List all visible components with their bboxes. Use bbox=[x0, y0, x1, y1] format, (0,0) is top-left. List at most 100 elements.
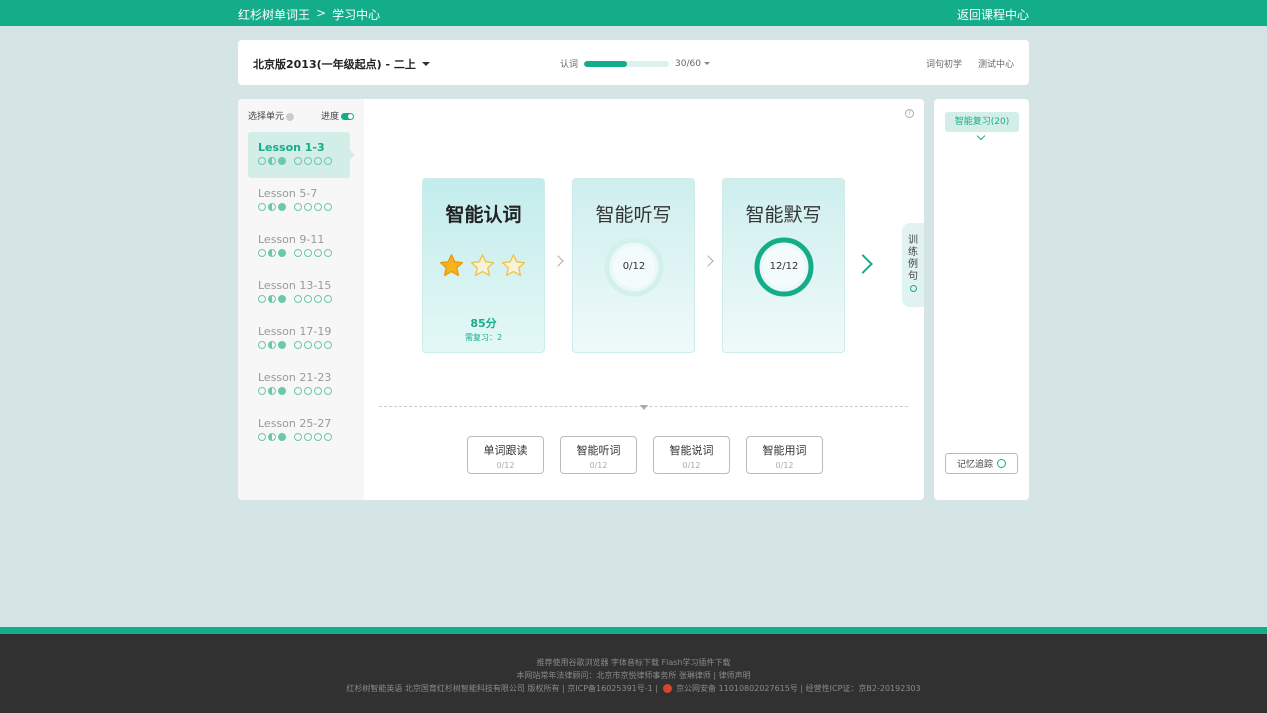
progress-dot bbox=[304, 341, 312, 349]
lesson-item[interactable]: Lesson 13-15 bbox=[248, 270, 350, 316]
progress-dot bbox=[268, 157, 276, 165]
progress-dot bbox=[278, 433, 286, 441]
lesson-item[interactable]: Lesson 17-19 bbox=[248, 316, 350, 362]
card-smart-spelling[interactable]: 智能默写 12/12 bbox=[722, 178, 845, 353]
star-empty-icon bbox=[501, 254, 526, 277]
sidebar-header: 选择单元 进度 bbox=[248, 109, 354, 122]
practice-count: 0/12 bbox=[775, 461, 794, 470]
lesson-item[interactable]: Lesson 9-11 bbox=[248, 224, 350, 270]
progress-dot bbox=[314, 341, 322, 349]
chevron-down-icon bbox=[703, 61, 710, 65]
lesson-item[interactable]: Lesson 21-23 bbox=[248, 362, 350, 408]
lesson-progress-dots bbox=[258, 203, 350, 211]
footer: 推荐使用谷歌浏览器 字体音标下载 Flash学习插件下载 本网站常年法律顾问：北… bbox=[0, 634, 1267, 713]
ring-progress-text: 12/12 bbox=[769, 261, 799, 272]
progress-dot bbox=[258, 157, 266, 165]
progress-dot bbox=[268, 433, 276, 441]
progress-dot bbox=[294, 249, 302, 257]
star-filled-icon bbox=[439, 254, 464, 277]
course-header: 北京版2013(一年级起点) - 二上 认词 30/60 词句初学 测试中心 bbox=[238, 40, 1029, 85]
progress-dot bbox=[314, 203, 322, 211]
progress-dot bbox=[294, 341, 302, 349]
link-test-center[interactable]: 测试中心 bbox=[978, 57, 1014, 70]
progress-dot bbox=[278, 203, 286, 211]
card-smart-dictation[interactable]: 智能听写 0/12 bbox=[572, 178, 695, 353]
progress-dot bbox=[314, 157, 322, 165]
next-arrow-icon[interactable] bbox=[853, 254, 873, 274]
review-panel: 智能复习(20) 记忆追踪 bbox=[934, 99, 1029, 500]
ring-progress-text: 0/12 bbox=[622, 261, 646, 272]
progress-dot bbox=[324, 341, 332, 349]
progress-toggle[interactable]: 进度 bbox=[321, 109, 354, 122]
card-title: 智能听写 bbox=[595, 204, 672, 226]
arrow-right-icon bbox=[702, 255, 714, 267]
progress-dot bbox=[278, 295, 286, 303]
progress-dot bbox=[324, 157, 332, 165]
lesson-item[interactable]: Lesson 25-27 bbox=[248, 408, 350, 454]
practice-count: 0/12 bbox=[682, 461, 701, 470]
help-icon[interactable]: ? bbox=[905, 109, 914, 118]
lesson-name: Lesson 25-27 bbox=[258, 417, 332, 430]
lesson-progress-dots bbox=[258, 341, 350, 349]
footer-legal: 本网站常年法律顾问：北京市京悦律师事务所 张琳律师 | 律师声明 bbox=[516, 671, 751, 680]
progress-dot bbox=[268, 341, 276, 349]
link-word-learning[interactable]: 词句初学 bbox=[926, 57, 962, 70]
footer-license-text: 京公网安备 11010802027615号 | 经营性ICP证：京B2-2019… bbox=[676, 684, 921, 693]
practice-label: 智能用词 bbox=[762, 444, 807, 457]
practice-button-speak[interactable]: 智能说词 0/12 bbox=[653, 436, 730, 474]
progress-dot bbox=[294, 433, 302, 441]
footer-links[interactable]: 推荐使用谷歌浏览器 字体音标下载 Flash学习插件下载 bbox=[0, 657, 1267, 668]
lesson-name: Lesson 13-15 bbox=[258, 279, 332, 292]
police-badge-icon bbox=[662, 684, 672, 693]
progress-dot bbox=[324, 203, 332, 211]
progress-dot bbox=[278, 341, 286, 349]
progress-dot bbox=[278, 157, 286, 165]
progress-dot bbox=[304, 203, 312, 211]
book-selector[interactable]: 北京版2013(一年级起点) - 二上 bbox=[253, 56, 430, 72]
lesson-list: Lesson 1-3 Lesson 5-7 Lesson 9-11 Lesson 13… bbox=[248, 132, 355, 454]
chevron-down-icon[interactable] bbox=[976, 131, 986, 141]
progress-label: 认词 bbox=[560, 60, 579, 70]
lesson-progress-dots bbox=[258, 387, 350, 395]
help-icon[interactable] bbox=[286, 112, 295, 121]
progress-bar bbox=[584, 60, 670, 67]
progress-dot bbox=[294, 203, 302, 211]
header-links: 词句初学 测试中心 bbox=[926, 57, 1014, 70]
top-bar: 红杉树单词王 > 学习中心 返回课程中心 bbox=[0, 0, 1267, 26]
book-title: 北京版2013(一年级起点) - 二上 bbox=[253, 58, 416, 71]
card-title: 智能默写 bbox=[745, 204, 822, 226]
expand-caret-icon[interactable] bbox=[640, 405, 648, 410]
progress-dot bbox=[258, 387, 266, 395]
practice-button-use[interactable]: 智能用词 0/12 bbox=[746, 436, 823, 474]
practice-count: 0/12 bbox=[589, 461, 608, 470]
memory-tracking-button[interactable]: 记忆追踪 bbox=[945, 453, 1018, 474]
lesson-item[interactable]: Lesson 5-7 bbox=[248, 178, 350, 224]
back-to-courses-link[interactable]: 返回课程中心 bbox=[957, 6, 1029, 23]
practice-button-listen[interactable]: 智能听词 0/12 bbox=[560, 436, 637, 474]
progress-dot bbox=[258, 295, 266, 303]
progress-dot bbox=[314, 387, 322, 395]
score: 85分 bbox=[470, 317, 497, 330]
smart-review-button[interactable]: 智能复习(20) bbox=[945, 112, 1019, 132]
footer-copyright-text: 红杉树智能英语 北京国育红杉树智能科技有限公司 版权所有 | 京ICP备1602… bbox=[346, 684, 658, 693]
brand-link[interactable]: 红杉树单词王 bbox=[238, 6, 310, 23]
footer-copyright: 红杉树智能英语 北京国育红杉树智能科技有限公司 版权所有 | 京ICP备1602… bbox=[0, 683, 1267, 694]
lesson-item[interactable]: Lesson 1-3 bbox=[248, 132, 355, 178]
star-empty-icon bbox=[470, 254, 495, 277]
progress-dot bbox=[304, 295, 312, 303]
training-sentences-tab[interactable]: 训练例句 bbox=[902, 223, 924, 307]
toggle-switch[interactable] bbox=[341, 113, 354, 120]
lesson-name: Lesson 1-3 bbox=[258, 141, 325, 154]
progress-count-dropdown[interactable]: 30/60 bbox=[675, 59, 710, 69]
card-smart-recognize[interactable]: 智能认词 85分 需复习：2 bbox=[422, 178, 545, 353]
select-unit-text: 选择单元 bbox=[248, 112, 285, 122]
progress-dot bbox=[294, 295, 302, 303]
practice-count: 0/12 bbox=[496, 461, 515, 470]
practice-label: 智能听词 bbox=[576, 444, 621, 457]
progress-dot bbox=[294, 387, 302, 395]
lesson-name: Lesson 5-7 bbox=[258, 187, 318, 200]
lesson-progress-dots bbox=[258, 295, 350, 303]
progress-dot bbox=[258, 341, 266, 349]
card-title: 智能认词 bbox=[445, 204, 522, 226]
practice-button-follow-read[interactable]: 单词跟读 0/12 bbox=[467, 436, 544, 474]
